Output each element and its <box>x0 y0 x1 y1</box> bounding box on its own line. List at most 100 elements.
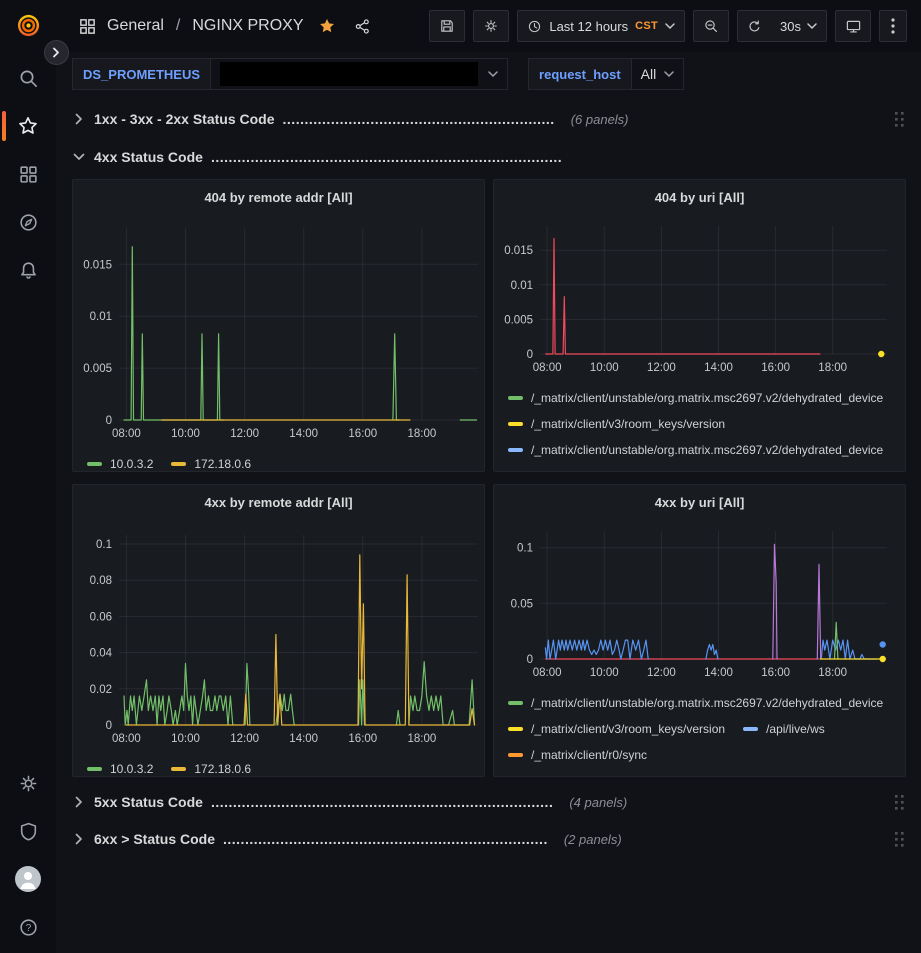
breadcrumb-section[interactable]: General <box>107 17 164 35</box>
legend-item[interactable]: /_matrix/client/r0/sync <box>508 742 647 768</box>
svg-text:0.06: 0.06 <box>90 611 112 623</box>
legend-swatch <box>171 767 186 771</box>
row-title: 5xx Status Code <box>94 794 203 810</box>
refresh-interval-picker[interactable]: 30s <box>771 11 826 41</box>
legend-swatch <box>87 767 102 771</box>
compass-icon <box>18 212 39 233</box>
variable-label[interactable]: request_host <box>528 58 632 90</box>
bell-icon <box>18 260 39 281</box>
panel-title[interactable]: 404 by uri [All] <box>494 180 905 214</box>
legend-item[interactable]: /sw.js <box>743 463 795 471</box>
sidebar-item-explore[interactable] <box>0 198 56 246</box>
row-6xx-status-code[interactable]: 6xx > Status Code ......................… <box>72 825 906 853</box>
legend-label: 10.0.3.2 <box>110 762 153 776</box>
row-1xx-3xx-2xx-status-code[interactable]: 1xx - 3xx - 2xx Status Code ............… <box>72 105 906 133</box>
legend-item[interactable]: /_matrix/client/unstable/org.matrix.msc2… <box>508 385 883 411</box>
chevron-right-icon <box>52 47 61 58</box>
legend-item[interactable]: 172.18.0.6 <box>171 756 251 776</box>
datasource-picker[interactable] <box>211 58 508 90</box>
row-drag-handle[interactable] <box>895 112 906 127</box>
legend-item[interactable]: /_matrix/client/unstable/org.matrix.msc2… <box>508 690 883 716</box>
svg-text:0: 0 <box>527 349 533 361</box>
grafana-app: ? General / NGINX PROXY <box>0 0 921 953</box>
legend-item[interactable]: 10.0.3.2 <box>87 451 153 471</box>
legend-item[interactable]: /_matrix/client/unstable/org.matrix.msc2… <box>508 768 883 776</box>
svg-text:12:00: 12:00 <box>230 428 259 440</box>
panel-legend: /_matrix/client/unstable/org.matrix.msc2… <box>494 685 905 776</box>
chevron-down-icon <box>72 153 86 161</box>
save-icon <box>439 18 455 34</box>
panel-title[interactable]: 404 by remote addr [All] <box>73 180 484 214</box>
panel-title[interactable]: 4xx by uri [All] <box>494 485 905 519</box>
sidebar-item-dashboards[interactable] <box>0 150 56 198</box>
variable-value: All <box>641 66 657 82</box>
row-4xx-status-code[interactable]: 4xx Status Code ........................… <box>72 143 906 171</box>
legend-label: /_matrix/client/unstable/org.matrix.msc2… <box>531 443 883 457</box>
svg-text:08:00: 08:00 <box>112 428 141 440</box>
legend-label: /_matrix/client/r0/sync <box>531 748 647 762</box>
chevron-down-icon <box>807 23 817 30</box>
legend-swatch <box>508 701 523 705</box>
legend-label: /_matrix/client/v3/room_keys/version <box>531 722 725 736</box>
legend-item[interactable]: /_matrix/client/v3/room_keys/version <box>508 716 725 742</box>
variable-label[interactable]: DS_PROMETHEUS <box>72 58 211 90</box>
chevron-right-icon <box>72 796 86 808</box>
legend-item[interactable]: /_matrix/client/unstable/org.matrix.msc2… <box>508 437 883 463</box>
share-icon <box>354 18 371 35</box>
legend-label: /_matrix/client/unstable/org.matrix.msc2… <box>531 391 883 405</box>
sidebar-item-configuration[interactable] <box>0 759 56 807</box>
svg-text:18:00: 18:00 <box>408 428 437 440</box>
chevron-down-icon <box>665 23 675 30</box>
svg-text:10:00: 10:00 <box>590 667 619 679</box>
legend-label: 172.18.0.6 <box>194 762 251 776</box>
shield-icon <box>18 821 39 842</box>
row-drag-handle[interactable] <box>895 832 906 847</box>
legend-label: 172.18.0.6 <box>194 457 251 471</box>
request-host-picker[interactable]: All <box>632 58 685 90</box>
refresh-button[interactable] <box>738 11 771 41</box>
legend-item[interactable]: 10.0.3.2 <box>87 756 153 776</box>
panel-title[interactable]: 4xx by remote addr [All] <box>73 485 484 519</box>
sidebar-item-alerting[interactable] <box>0 246 56 294</box>
row-5xx-status-code[interactable]: 5xx Status Code ........................… <box>72 788 906 816</box>
zoom-out-icon <box>703 18 719 34</box>
legend-label: /_matrix/client/unstable/org.matrix.msc2… <box>531 774 883 776</box>
sidebar-item-help[interactable]: ? <box>0 903 56 951</box>
sidebar-item-server-admin[interactable] <box>0 807 56 855</box>
favorite-star-button[interactable] <box>314 13 340 39</box>
time-series-plot[interactable]: 08:0010:0012:0014:0016:0018:0000.020.040… <box>73 519 484 751</box>
sidebar-expand-button[interactable] <box>44 40 69 65</box>
person-icon <box>15 866 41 892</box>
gear-icon <box>483 18 499 34</box>
svg-text:08:00: 08:00 <box>112 733 141 745</box>
row-drag-handle[interactable] <box>895 795 906 810</box>
row-title-dots: ........................................… <box>283 111 555 127</box>
page-title[interactable]: NGINX PROXY <box>192 17 303 35</box>
chevron-right-icon <box>72 113 86 125</box>
legend-label: /api/live/ws <box>766 722 825 736</box>
legend-item[interactable]: 172.18.0.6 <box>171 451 251 471</box>
dashboard-settings-button[interactable] <box>473 10 509 42</box>
clock-icon <box>527 19 542 34</box>
save-dashboard-button[interactable] <box>429 10 465 42</box>
sidebar-item-starred[interactable] <box>0 102 56 150</box>
time-series-plot[interactable]: 08:0010:0012:0014:0016:0018:0000.0050.01… <box>73 214 484 446</box>
row-title: 6xx > Status Code <box>94 831 215 847</box>
row-title-dots: ........................................… <box>211 794 553 810</box>
zoom-out-time-button[interactable] <box>693 10 729 42</box>
panel-legend: 10.0.3.2 172.18.0.6 <box>73 751 484 776</box>
sidebar-item-profile[interactable] <box>0 855 56 903</box>
legend-label: 10.0.3.2 <box>110 457 153 471</box>
more-options-button[interactable] <box>879 10 907 42</box>
cycle-view-mode-button[interactable] <box>835 10 871 42</box>
legend-item[interactable]: /_matrix/client/v3/room_keys/version <box>508 411 725 437</box>
time-series-plot[interactable]: 08:0010:0012:0014:0016:0018:0000.050.1 <box>494 519 905 685</box>
time-range-picker[interactable]: Last 12 hours CST <box>517 10 685 42</box>
time-series-plot[interactable]: 08:0010:0012:0014:0016:0018:0000.0050.01… <box>494 214 905 380</box>
svg-text:10:00: 10:00 <box>590 362 619 374</box>
svg-text:14:00: 14:00 <box>289 428 318 440</box>
apps-grid-icon <box>78 17 97 36</box>
legend-item[interactable]: /api/live/ws <box>743 716 825 742</box>
share-button[interactable] <box>350 14 375 39</box>
legend-item[interactable]: /_matrix/client/v3/room_keys/version <box>508 463 725 471</box>
